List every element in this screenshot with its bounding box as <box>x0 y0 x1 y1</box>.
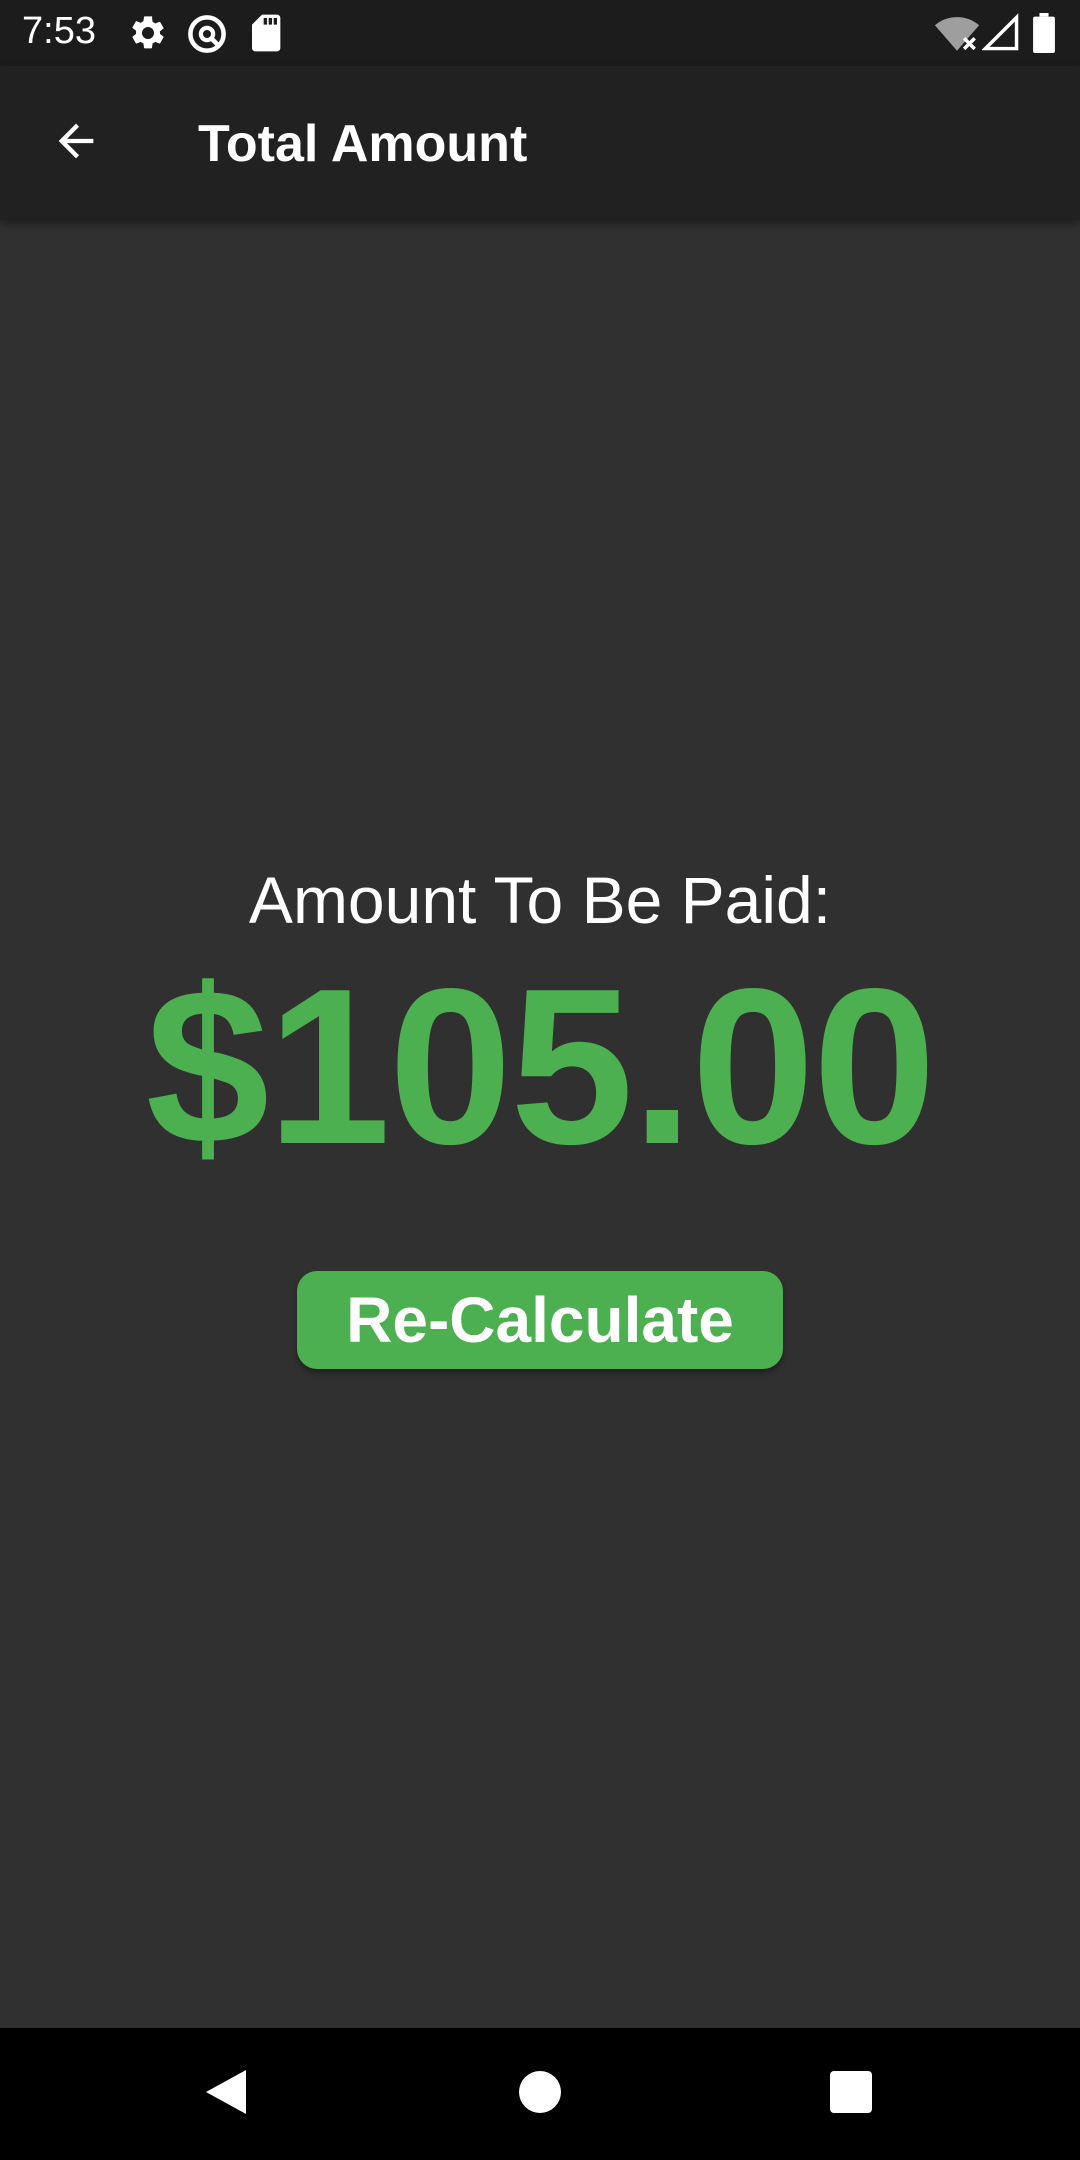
recents-square-icon <box>830 2070 872 2118</box>
sd-card-icon <box>250 13 284 58</box>
at-sign-icon <box>186 13 228 60</box>
screen: 7:53 Total Amount Amount To Be Paid: $10… <box>0 0 1080 2160</box>
navigation-bar <box>0 2028 1080 2160</box>
status-time: 7:53 <box>22 10 96 52</box>
nav-recents-button[interactable] <box>771 2028 931 2160</box>
page-title: Total Amount <box>198 115 528 173</box>
back-button[interactable] <box>36 110 116 176</box>
battery-icon <box>1032 13 1056 58</box>
recalculate-button[interactable]: Re-Calculate <box>297 1271 783 1369</box>
nav-back-button[interactable] <box>146 2028 306 2160</box>
amount-value: $105.00 <box>145 943 936 1191</box>
arrow-left-icon <box>50 115 102 172</box>
status-bar: 7:53 <box>0 0 1080 66</box>
signal-icon <box>981 13 1020 58</box>
app-bar: Total Amount <box>0 66 1080 220</box>
home-circle-icon <box>518 2070 562 2119</box>
back-triangle-icon <box>204 2068 248 2121</box>
wifi-off-icon <box>934 13 980 58</box>
nav-home-button[interactable] <box>460 2028 620 2160</box>
gear-icon <box>128 13 168 58</box>
amount-label: Amount To Be Paid: <box>248 863 832 937</box>
